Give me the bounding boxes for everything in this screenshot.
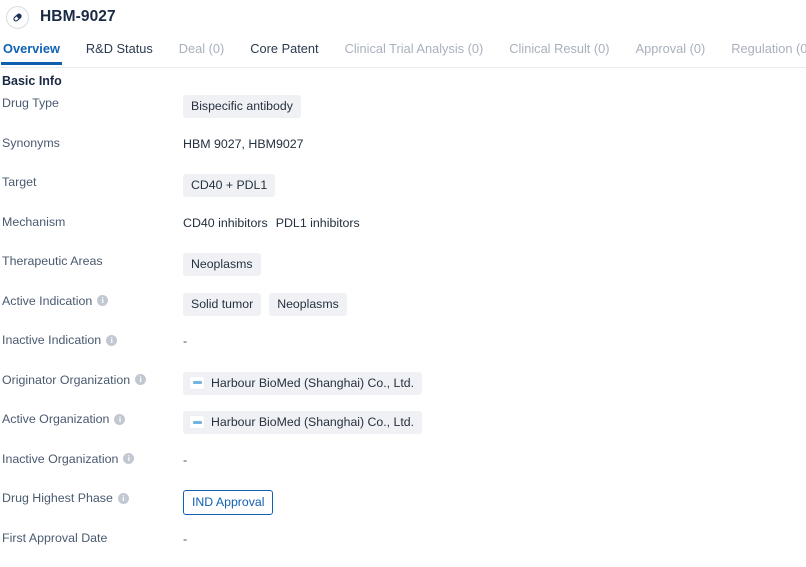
row-value-inactive-organization: -: [183, 449, 806, 469]
table-row: Target CD40 + PDL1: [0, 172, 806, 212]
pill-capsule-icon: [6, 6, 29, 29]
row-label-text: Originator Organization: [2, 372, 130, 388]
row-value-drug-type: Bispecific antibody: [183, 93, 806, 118]
row-label-inactive-organization: Inactive Organization i: [0, 449, 183, 467]
row-label-synonyms: Synonyms: [0, 133, 183, 151]
status-badge[interactable]: IND Approval: [183, 490, 273, 515]
row-label-text: Drug Type: [2, 95, 59, 111]
row-label-text: Synonyms: [2, 135, 60, 151]
table-row: Inactive Indication i -: [0, 330, 806, 370]
tab-bar: Overview R&D Status Deal (0) Core Patent…: [0, 41, 806, 68]
table-row: Originator Organization i Harbour BioMed…: [0, 370, 806, 410]
table-row: Therapeutic Areas Neoplasms: [0, 251, 806, 291]
row-label-text: Active Indication: [2, 293, 92, 309]
row-label-active-organization: Active Organization i: [0, 409, 183, 427]
info-icon[interactable]: i: [135, 374, 146, 385]
value-text-group: CD40 inhibitors PDL1 inhibitors: [183, 215, 360, 231]
info-icon[interactable]: i: [114, 414, 125, 425]
row-label-active-indication: Active Indication i: [0, 291, 183, 309]
value-chip[interactable]: Neoplasms: [269, 293, 347, 316]
value-org-name: Harbour BioMed (Shanghai) Co., Ltd.: [211, 376, 414, 390]
row-label-target: Target: [0, 172, 183, 190]
organization-logo-icon: [189, 376, 205, 390]
value-chip[interactable]: CD40 + PDL1: [183, 174, 275, 197]
row-label-originator-organization: Originator Organization i: [0, 370, 183, 388]
row-label-text: Drug Highest Phase: [2, 490, 113, 506]
section-title-basic-info: Basic Info: [0, 68, 806, 89]
value-text: CD40 inhibitors: [183, 215, 268, 231]
page-header: HBM-9027: [0, 0, 806, 34]
organization-logo-icon: [189, 415, 205, 429]
tab-approval[interactable]: Approval (0): [636, 41, 706, 65]
table-row: Synonyms HBM 9027, HBM9027: [0, 133, 806, 173]
page-title: HBM-9027: [40, 9, 116, 25]
row-label-therapeutic-areas: Therapeutic Areas: [0, 251, 183, 269]
tab-deal[interactable]: Deal (0): [179, 41, 225, 65]
row-label-inactive-indication: Inactive Indication i: [0, 330, 183, 348]
table-row: Drug Highest Phase i IND Approval: [0, 488, 806, 528]
tab-clinical-trial-analysis[interactable]: Clinical Trial Analysis (0): [345, 41, 484, 65]
tab-rd-status[interactable]: R&D Status: [86, 41, 153, 65]
value-chip[interactable]: Neoplasms: [183, 253, 261, 276]
tab-regulation[interactable]: Regulation (0): [731, 41, 806, 65]
tab-core-patent[interactable]: Core Patent: [250, 41, 318, 65]
row-label-text: Therapeutic Areas: [2, 253, 103, 269]
tab-overview[interactable]: Overview: [3, 41, 60, 65]
row-value-originator-organization: Harbour BioMed (Shanghai) Co., Ltd.: [183, 370, 806, 395]
tab-clinical-result[interactable]: Clinical Result (0): [509, 41, 609, 65]
row-label-drug-highest-phase: Drug Highest Phase i: [0, 488, 183, 506]
table-row: Drug Type Bispecific antibody: [0, 93, 806, 133]
basic-info-table: Drug Type Bispecific antibody Synonyms H…: [0, 93, 806, 567]
value-org-name: Harbour BioMed (Shanghai) Co., Ltd.: [211, 415, 414, 429]
info-icon[interactable]: i: [123, 453, 134, 464]
value-chip[interactable]: Bispecific antibody: [183, 95, 301, 118]
row-label-first-approval-date: First Approval Date: [0, 528, 183, 546]
value-org-chip[interactable]: Harbour BioMed (Shanghai) Co., Ltd.: [183, 411, 422, 434]
value-empty: -: [183, 531, 187, 547]
value-empty: -: [183, 452, 187, 468]
row-value-target: CD40 + PDL1: [183, 172, 806, 197]
table-row: Inactive Organization i -: [0, 449, 806, 489]
table-row: Active Organization i Harbour BioMed (Sh…: [0, 409, 806, 449]
info-icon[interactable]: i: [106, 335, 117, 346]
value-chip[interactable]: Solid tumor: [183, 293, 261, 316]
row-label-text: Active Organization: [2, 411, 109, 427]
table-row: Mechanism CD40 inhibitors PDL1 inhibitor…: [0, 212, 806, 252]
info-icon[interactable]: i: [118, 493, 129, 504]
value-empty: -: [183, 333, 187, 349]
row-value-therapeutic-areas: Neoplasms: [183, 251, 806, 276]
row-label-text: First Approval Date: [2, 530, 107, 546]
value-text: PDL1 inhibitors: [276, 215, 360, 231]
row-value-active-indication: Solid tumor Neoplasms: [183, 291, 806, 316]
value-text: HBM 9027, HBM9027: [183, 136, 304, 152]
row-value-drug-highest-phase: IND Approval: [183, 488, 806, 515]
table-row: First Approval Date -: [0, 528, 806, 567]
row-value-first-approval-date: -: [183, 528, 806, 548]
row-label-text: Inactive Organization: [2, 451, 118, 467]
row-value-synonyms: HBM 9027, HBM9027: [183, 133, 806, 153]
row-label-text: Target: [2, 174, 36, 190]
row-label-text: Inactive Indication: [2, 332, 101, 348]
row-value-inactive-indication: -: [183, 330, 806, 350]
value-org-chip[interactable]: Harbour BioMed (Shanghai) Co., Ltd.: [183, 372, 422, 395]
row-label-drug-type: Drug Type: [0, 93, 183, 111]
row-value-active-organization: Harbour BioMed (Shanghai) Co., Ltd.: [183, 409, 806, 434]
row-value-mechanism: CD40 inhibitors PDL1 inhibitors: [183, 212, 806, 232]
info-icon[interactable]: i: [97, 295, 108, 306]
table-row: Active Indication i Solid tumor Neoplasm…: [0, 291, 806, 331]
row-label-text: Mechanism: [2, 214, 65, 230]
row-label-mechanism: Mechanism: [0, 212, 183, 230]
